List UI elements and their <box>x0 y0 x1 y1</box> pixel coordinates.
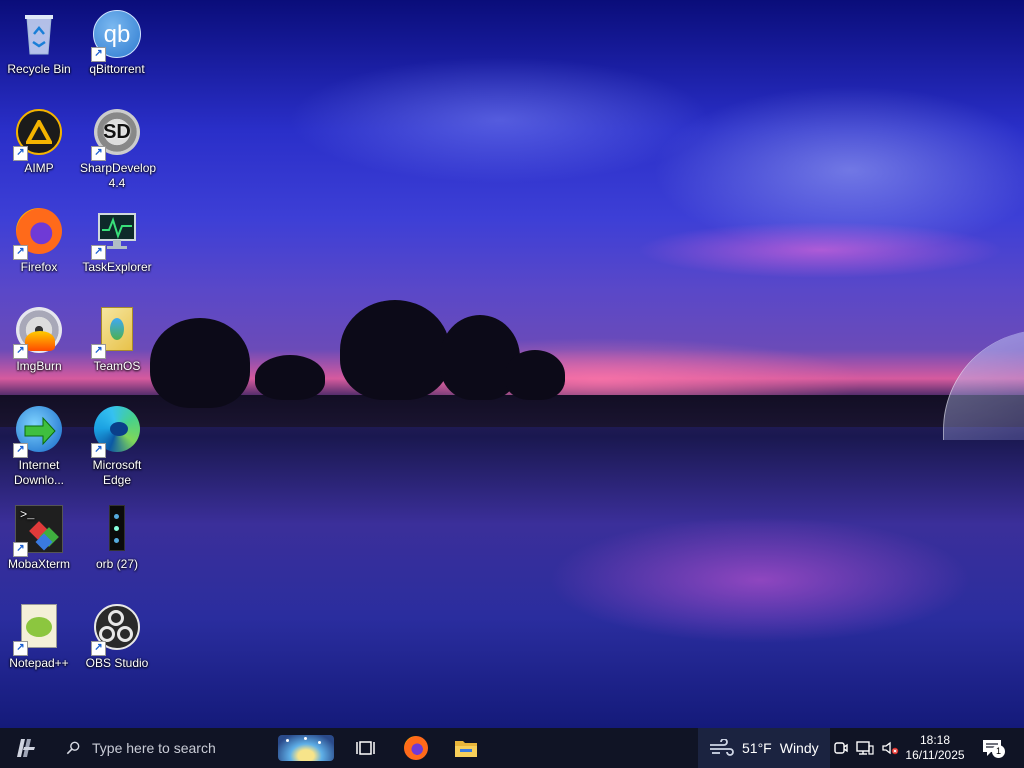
volume-muted-icon[interactable] <box>881 740 899 756</box>
start-button[interactable] <box>0 728 52 768</box>
sharpdevelop-glyph-text: SD <box>103 120 131 143</box>
shortcut-arrow-icon: ↗ <box>91 47 106 62</box>
wallpaper-tree <box>505 350 565 400</box>
wallpaper-tree <box>340 300 450 400</box>
desktop-icon-label: qBittorrent <box>89 62 145 76</box>
shortcut-arrow-icon: ↗ <box>91 245 106 260</box>
desktop-icon-label: MobaXterm <box>7 557 71 571</box>
desktop-icon-imgburn[interactable]: ↗ ImgBurn <box>0 303 78 399</box>
desktop-icon-notepadpp[interactable]: ↗ Notepad++ <box>0 600 78 696</box>
imgburn-icon: ↗ <box>13 307 63 359</box>
shortcut-arrow-icon: ↗ <box>13 542 28 557</box>
desktop-icon-label: Internet Downlo... <box>13 458 65 487</box>
search-input[interactable] <box>90 739 264 757</box>
action-center-button[interactable]: 1 <box>972 728 1012 768</box>
wind-icon <box>710 739 734 756</box>
qbittorrent-glyph-text: qb <box>103 20 131 48</box>
task-view-icon <box>356 741 375 755</box>
orb-file-icon <box>93 505 141 553</box>
recycle-bin-icon <box>15 10 63 58</box>
desktop-icon-label: Recycle Bin <box>7 62 71 76</box>
wallpaper-dome <box>943 330 1024 440</box>
desktop-wallpaper[interactable]: Recycle Bin ↗ AIMP ↗ Firefox ↗ ImgBurn ↗… <box>0 0 1024 728</box>
shortcut-arrow-icon: ↗ <box>13 245 28 260</box>
desktop-icon-label: OBS Studio <box>85 656 149 670</box>
shortcut-arrow-icon: ↗ <box>13 344 28 359</box>
shortcut-arrow-icon: ↗ <box>91 344 106 359</box>
teamos-icon: ↗ <box>91 307 141 359</box>
sharpdevelop-icon: SD ↗ <box>91 109 141 161</box>
meet-now-icon[interactable] <box>833 740 849 756</box>
desktop-icon-label: Microsoft Edge <box>92 458 142 487</box>
desktop-icon-label: Notepad++ <box>9 656 69 670</box>
clock-time: 18:18 <box>919 733 951 747</box>
shortcut-arrow-icon: ↗ <box>13 443 28 458</box>
obs-studio-icon: ↗ <box>91 604 141 656</box>
desktop-icon-aimp[interactable]: ↗ AIMP <box>0 105 78 201</box>
desktop-icon-label: AIMP <box>24 161 54 175</box>
shortcut-arrow-icon: ↗ <box>91 146 106 161</box>
folder-icon <box>455 741 477 757</box>
shortcut-arrow-icon: ↗ <box>91 641 106 656</box>
desktop-icon-obs-studio[interactable]: ↗ OBS Studio <box>78 600 156 696</box>
system-tray <box>830 728 902 768</box>
desktop-icon-internet-download-manager[interactable]: ↗ Internet Downlo... <box>0 402 78 498</box>
search-icon <box>66 741 80 755</box>
shortcut-arrow-icon: ↗ <box>13 146 28 161</box>
qbittorrent-icon: qb ↗ <box>91 10 141 62</box>
shortcut-arrow-icon: ↗ <box>13 641 28 656</box>
taskbar-clock[interactable]: 18:18 16/11/2025 <box>902 728 968 768</box>
desktop-icon-label: TeamOS <box>93 359 141 373</box>
firefox-icon <box>404 736 428 760</box>
desktop-icon-orb[interactable]: orb (27) <box>78 501 156 597</box>
desktop-icon-firefox[interactable]: ↗ Firefox <box>0 204 78 300</box>
weather-temperature: 51°F <box>742 740 772 756</box>
wallpaper-tree <box>150 318 250 408</box>
desktop-icon-label: orb (27) <box>95 557 139 571</box>
taskexplorer-icon: ↗ <box>91 208 141 260</box>
desktop-icon-label: SharpDevelop 4.4 <box>80 161 157 190</box>
desktop-icon-teamos[interactable]: ↗ TeamOS <box>78 303 156 399</box>
search-highlight-button[interactable] <box>274 728 338 768</box>
task-view-button[interactable] <box>342 728 390 768</box>
aimp-icon: ↗ <box>13 109 63 161</box>
network-icon[interactable] <box>856 740 874 756</box>
mobaxterm-icon: >_ ↗ <box>13 505 63 557</box>
taskbar-firefox-button[interactable] <box>392 728 440 768</box>
taskbar: 51°F Windy 18:18 16/11/2025 1 <box>0 728 1024 768</box>
desktop-icon-qbittorrent[interactable]: qb ↗ qBittorrent <box>78 6 156 102</box>
wallpaper-tree <box>255 355 325 400</box>
desktop-icon-recycle-bin[interactable]: Recycle Bin <box>0 6 78 102</box>
desktop-icon-mobaxterm[interactable]: >_ ↗ MobaXterm <box>0 501 78 597</box>
search-highlight-icon <box>278 735 334 761</box>
weather-widget[interactable]: 51°F Windy <box>698 728 830 768</box>
internet-download-manager-icon: ↗ <box>13 406 63 458</box>
edge-icon: ↗ <box>91 406 141 458</box>
weather-condition: Windy <box>779 740 819 756</box>
firefox-icon: ↗ <box>13 208 63 260</box>
desktop-icon-taskexplorer[interactable]: ↗ TaskExplorer <box>78 204 156 300</box>
desktop-icon-edge[interactable]: ↗ Microsoft Edge <box>78 402 156 498</box>
desktop-icon-label: ImgBurn <box>16 359 62 373</box>
windows-start-icon <box>17 739 35 757</box>
clock-date: 16/11/2025 <box>905 748 965 762</box>
notification-count-badge: 1 <box>992 745 1005 758</box>
desktop-icon-sharpdevelop[interactable]: SD ↗ SharpDevelop 4.4 <box>78 105 156 201</box>
taskbar-file-explorer-button[interactable] <box>442 728 490 768</box>
shortcut-arrow-icon: ↗ <box>91 443 106 458</box>
desktop-icon-label: TaskExplorer <box>82 260 152 274</box>
notepadpp-icon: ↗ <box>13 604 63 656</box>
desktop-icon-label: Firefox <box>20 260 58 274</box>
taskbar-search-box[interactable] <box>52 728 264 768</box>
